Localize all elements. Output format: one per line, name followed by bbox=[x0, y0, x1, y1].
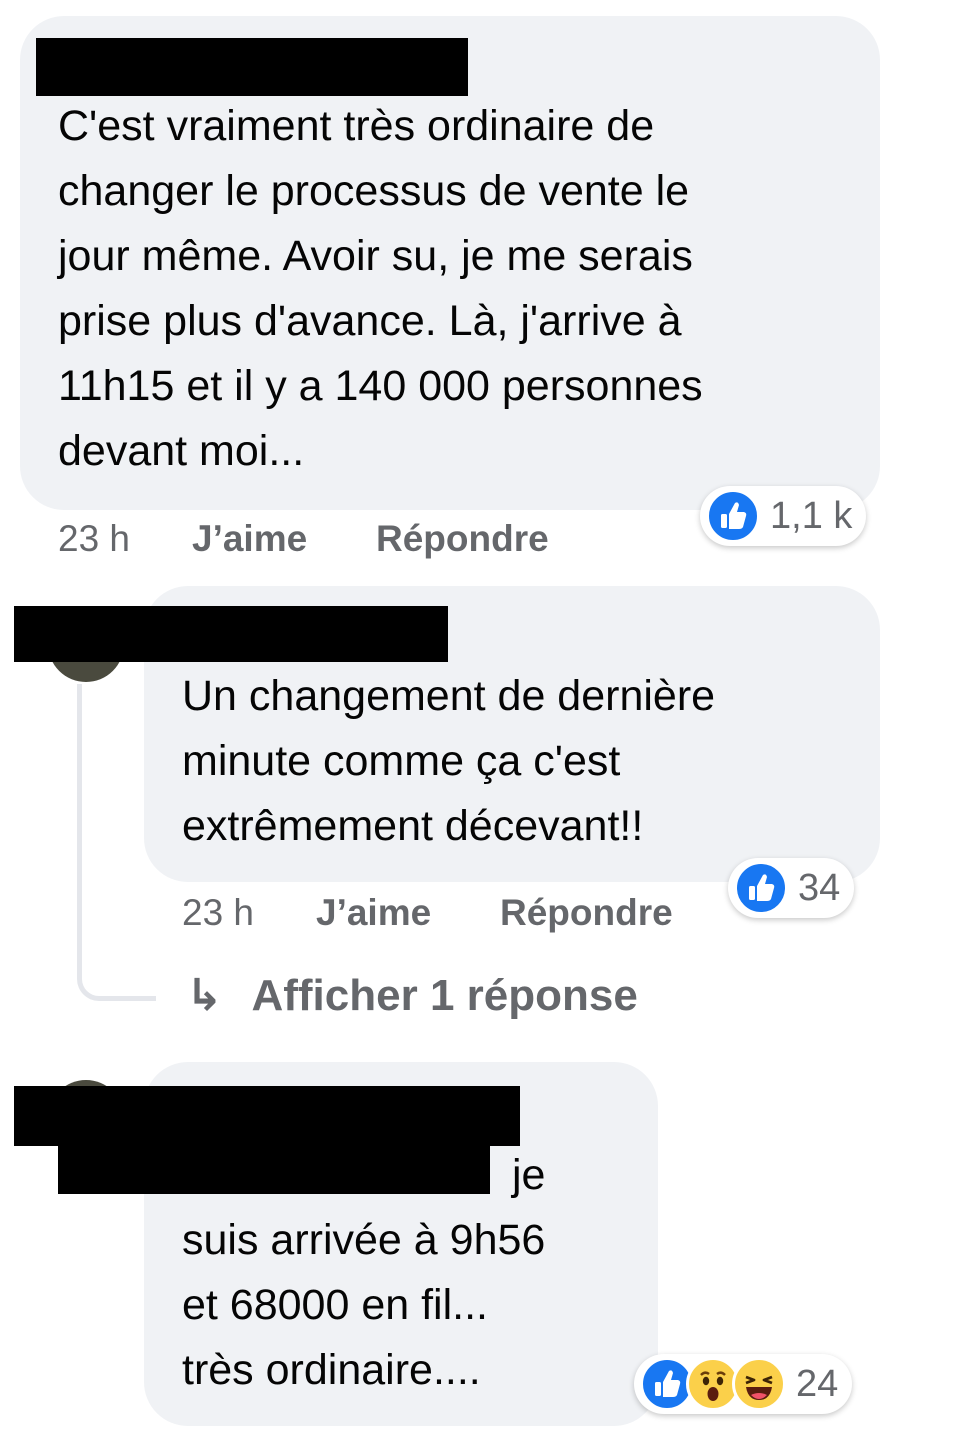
like-icon bbox=[734, 861, 788, 915]
reply-button[interactable]: Répondre bbox=[500, 892, 673, 934]
comment-text: C'est vraiment très ordinaire de changer… bbox=[58, 102, 703, 475]
reaction-summary[interactable]: 1,1 k bbox=[700, 486, 867, 546]
redacted-author-name bbox=[14, 606, 448, 662]
comment-timestamp[interactable]: 23 h bbox=[182, 892, 254, 934]
haha-icon bbox=[732, 1357, 786, 1411]
redacted-text bbox=[58, 1144, 490, 1194]
view-replies-label: Afficher 1 réponse bbox=[251, 971, 638, 1020]
reply-arrow-icon: ↳ bbox=[186, 971, 223, 1020]
reaction-summary[interactable]: 24 bbox=[634, 1354, 853, 1414]
like-icon bbox=[706, 489, 760, 543]
redacted-author-name bbox=[36, 38, 468, 96]
reaction-count: 24 bbox=[796, 1362, 839, 1405]
view-replies-link[interactable]: ↳ Afficher 1 réponse bbox=[186, 970, 638, 1021]
like-button[interactable]: J’aime bbox=[316, 892, 431, 934]
reaction-count: 1,1 k bbox=[770, 494, 853, 537]
reaction-count: 34 bbox=[798, 866, 841, 909]
comment-text: suis arrivée à 9h56 et 68000 en fil... t… bbox=[182, 1216, 546, 1394]
like-button[interactable]: J’aime bbox=[192, 518, 307, 560]
redacted-author-name bbox=[14, 1086, 520, 1146]
comment-text: Un changement de dernière minute comme ç… bbox=[182, 672, 716, 850]
reply-button[interactable]: Répondre bbox=[376, 518, 549, 560]
comment-text-partial: je bbox=[512, 1151, 546, 1199]
reaction-summary[interactable]: 34 bbox=[728, 858, 855, 918]
comment-timestamp[interactable]: 23 h bbox=[58, 518, 130, 560]
